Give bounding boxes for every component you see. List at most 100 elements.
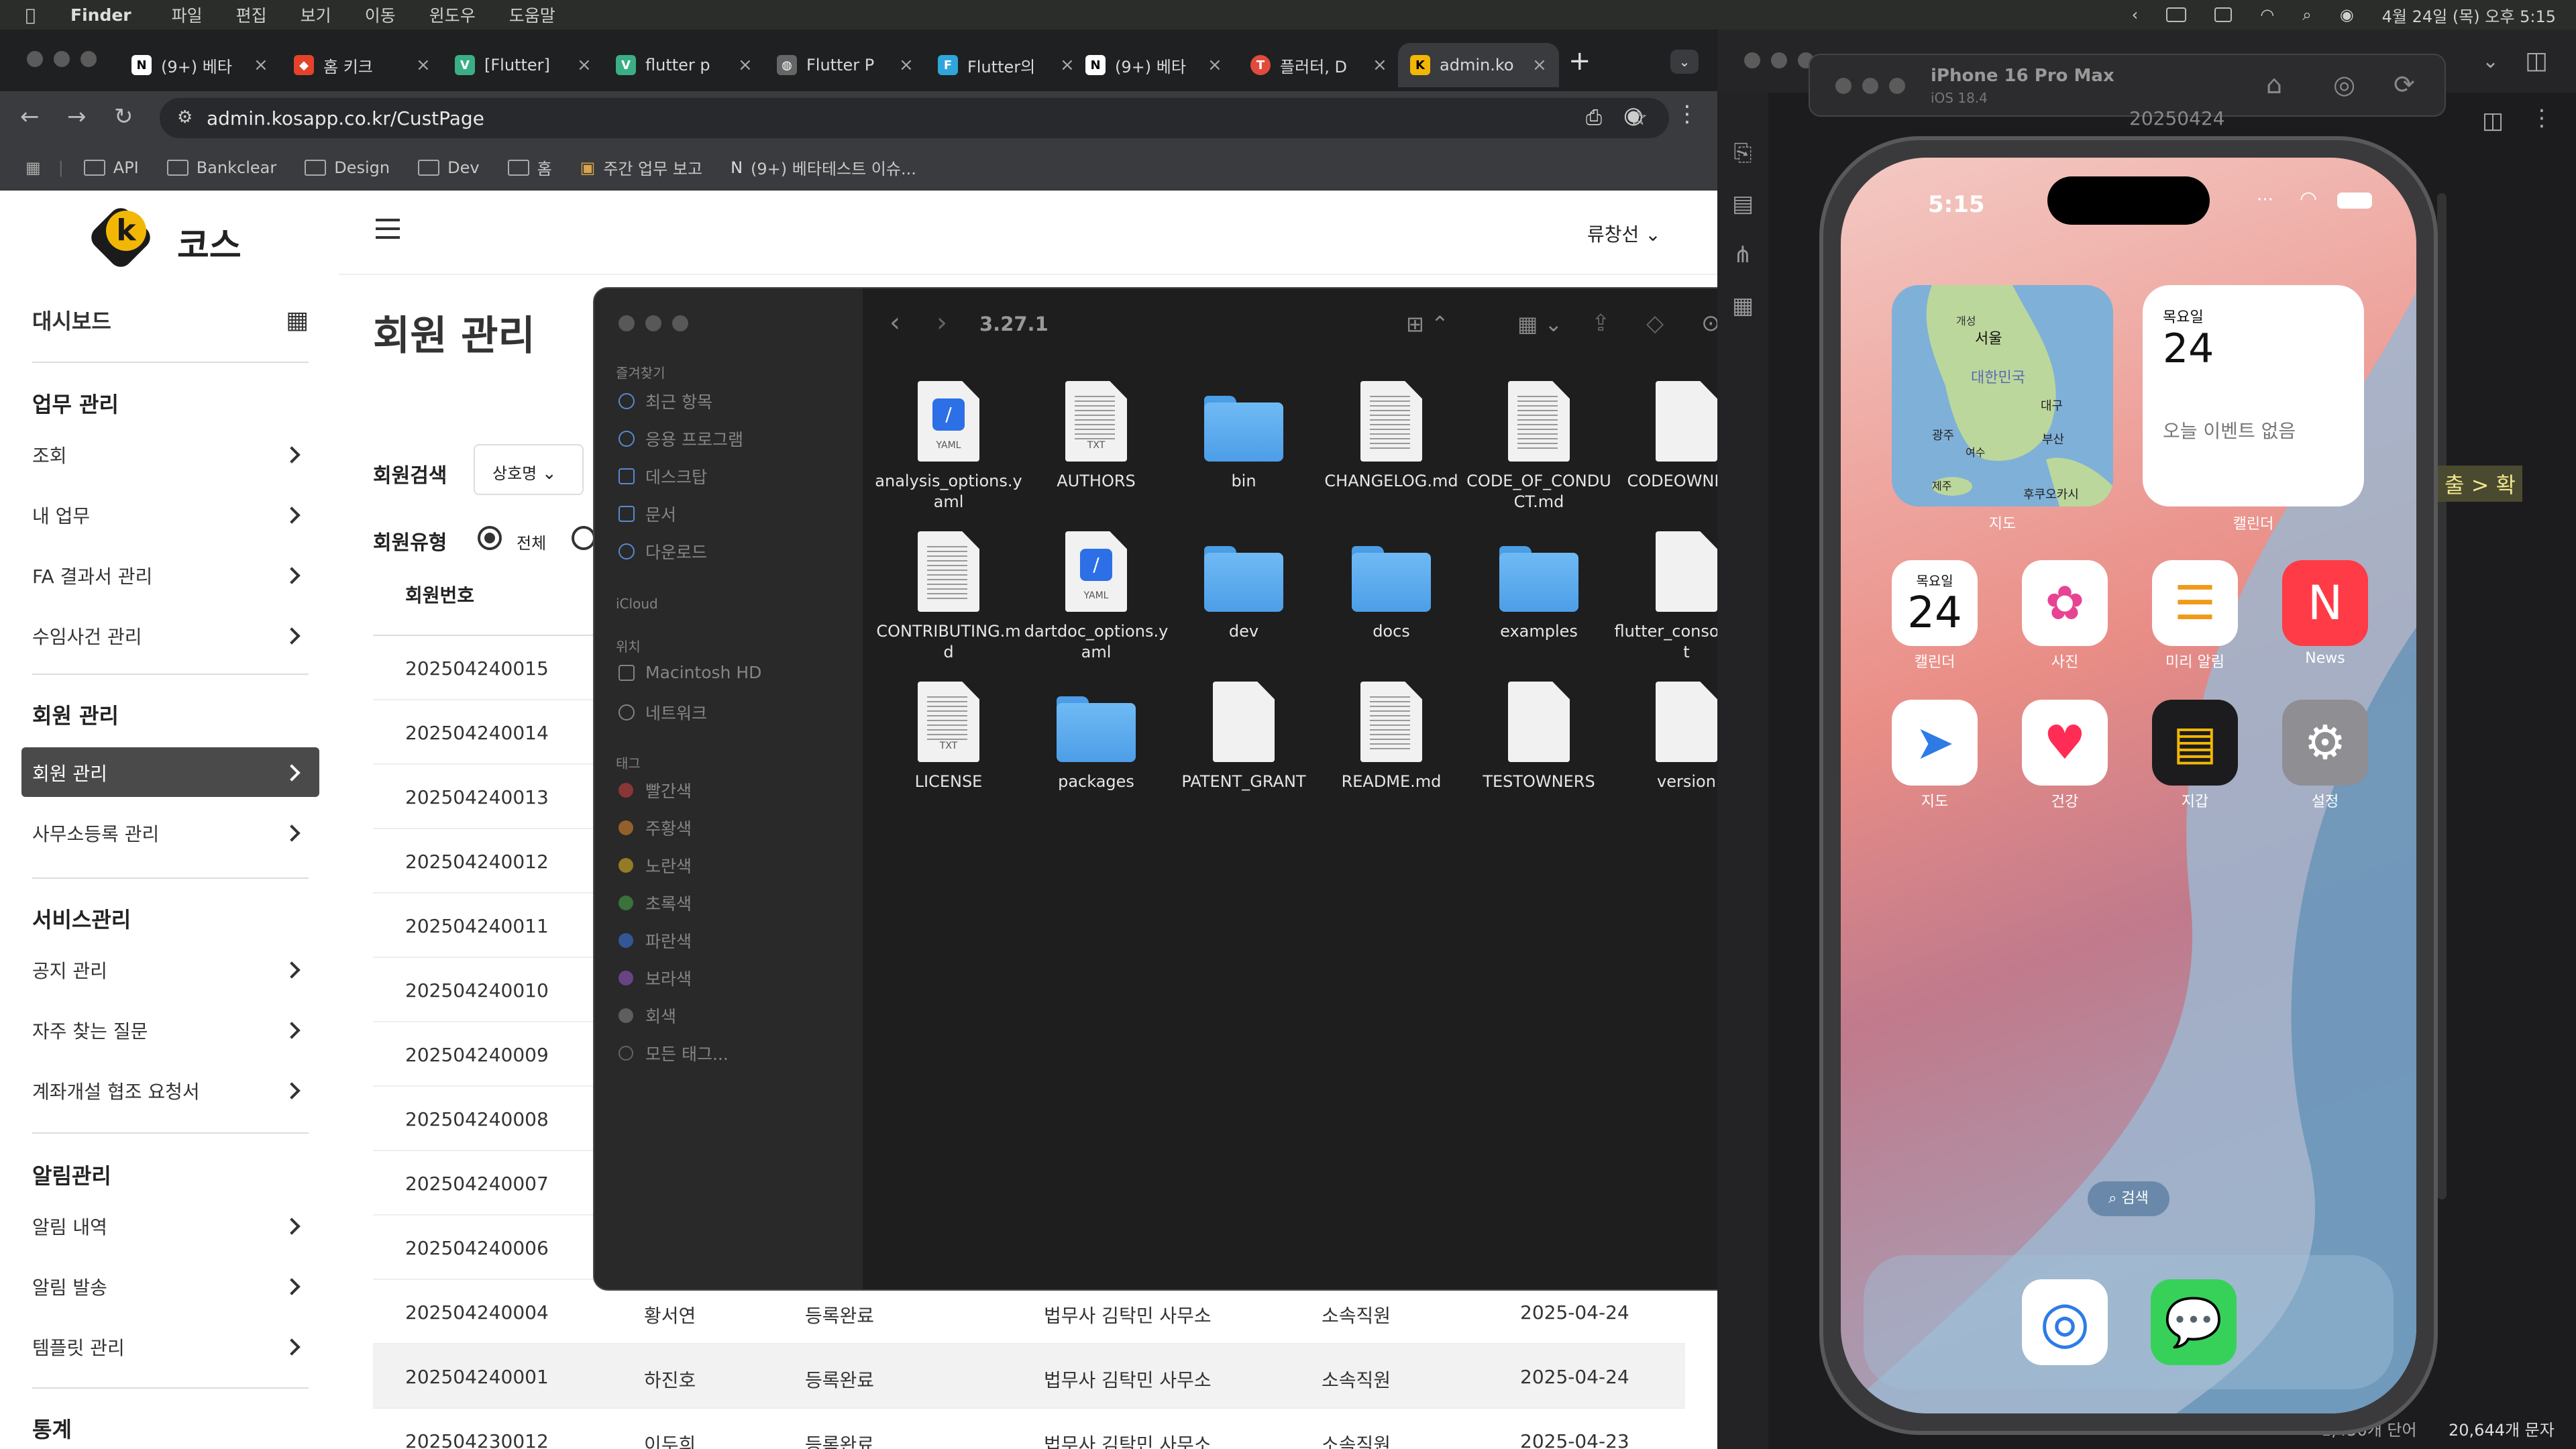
sidebar-item-templates[interactable]: 템플릿 관리 (32, 1334, 309, 1360)
bookmark-folder-home[interactable]: 홈 (507, 156, 552, 179)
screenshot-icon[interactable]: ◎ (2333, 70, 2355, 99)
wifi-icon[interactable]: ◠ (2260, 5, 2274, 24)
search-icon[interactable]: ⌕ (2302, 5, 2311, 24)
user-menu[interactable]: 류창선 ⌄ (1587, 220, 1661, 247)
radio-all[interactable] (478, 526, 502, 550)
finder-file-item[interactable]: TXT LICENSE (875, 675, 1022, 792)
bookmark-folder-bankclear[interactable]: Bankclear (166, 158, 276, 177)
close-tab-icon[interactable]: × (738, 55, 753, 75)
minimize-window-button[interactable] (1771, 52, 1787, 68)
menu-go[interactable]: 이동 (365, 3, 396, 27)
apps-grid-icon[interactable]: ▦ (25, 158, 41, 177)
tag-icon[interactable]: ◇ (1646, 310, 1664, 337)
browser-tab-active[interactable]: Kadmin.ko × (1398, 43, 1559, 87)
sidebar-item-inquiry[interactable]: 조회 (32, 441, 309, 468)
sidebar-item-fa-results[interactable]: FA 결과서 관리 (32, 562, 309, 589)
forward-icon[interactable]: › (936, 307, 947, 338)
battery-icon[interactable] (2166, 7, 2187, 22)
zoom-window-button[interactable] (80, 51, 97, 67)
close-tab-icon[interactable]: × (1208, 55, 1222, 75)
forward-icon[interactable]: → (67, 103, 87, 130)
zoom-window-button[interactable] (1889, 78, 1905, 94)
browser-tab[interactable]: T 플러터, D × (1238, 43, 1399, 87)
menu-file[interactable]: 파일 (172, 3, 203, 27)
browser-tab[interactable]: F Flutter의 × (926, 43, 1087, 87)
table-row[interactable]: 202504230012 이두희 등록완료 법무사 김탁민 사무소 소속직원 2025-0… (373, 1409, 1685, 1449)
close-tab-icon[interactable]: × (577, 55, 592, 75)
app-icon-5[interactable]: ♥ 건강 (2022, 700, 2108, 811)
sidebar-item-documents[interactable]: 문서 (619, 502, 676, 526)
browser-tab[interactable]: N (9+) 베타 × (1073, 43, 1234, 87)
site-info-icon[interactable]: ⚙ (177, 107, 193, 127)
close-tab-icon[interactable]: × (1532, 55, 1547, 75)
profile-icon[interactable]: ◉ (1623, 102, 1644, 129)
graph-icon[interactable]: ⋔ (1717, 241, 1768, 268)
close-tab-icon[interactable]: × (1060, 55, 1075, 75)
rotate-icon[interactable]: ⟳ (2394, 70, 2415, 99)
sidebar-item-office-registration[interactable]: 사무소등록 관리 (32, 820, 309, 847)
menu-window[interactable]: 윈도우 (429, 3, 476, 27)
close-window-button[interactable] (619, 315, 635, 331)
radio-option[interactable] (572, 526, 596, 550)
app-icon-3[interactable]: N News (2282, 560, 2368, 667)
bookmark-folder-design[interactable]: Design (305, 158, 390, 177)
app-icon-7[interactable]: ⚙ 설정 (2282, 700, 2368, 811)
browser-tab[interactable]: V [Flutter] × (443, 43, 604, 87)
browser-tab[interactable]: ◍ Flutter P × (765, 43, 926, 87)
icon-view-icon[interactable]: ⊞ ⌃ (1406, 311, 1449, 337)
menu-help[interactable]: 도움말 (509, 3, 555, 27)
finder-file-item[interactable]: bin (1170, 374, 1318, 492)
finder-file-item[interactable]: PATENT_GRANT (1170, 675, 1318, 792)
search-type-select[interactable]: 상호명 ⌄ (474, 444, 584, 495)
back-icon[interactable]: ‹ (890, 307, 900, 338)
close-tab-icon[interactable]: × (1373, 55, 1387, 75)
scrollbar[interactable] (2437, 193, 2447, 1199)
iphone-screen[interactable]: 5:15 ··· ◠ 개성 서울 대한민국 대구 광주 여수 부산 제주 후쿠오… (1841, 158, 2416, 1413)
app-icon-4[interactable]: ➤ 지도 (1892, 700, 1978, 811)
sidebar-tag-item[interactable]: 주황색 (619, 816, 692, 840)
app-icon-2[interactable]: ☰ 미리 알림 (2152, 560, 2238, 672)
finder-file-item[interactable]: README.md (1318, 675, 1465, 792)
sidebar-tag-item[interactable]: 모든 태그... (619, 1041, 729, 1065)
calendar-widget[interactable]: 목요일 24 오늘 이벤트 없음 (2143, 285, 2364, 506)
close-window-button[interactable] (1744, 52, 1760, 68)
back-icon[interactable]: ← (20, 103, 40, 130)
app-icon-0[interactable]: 목요일 24 캘린더 (1892, 560, 1978, 672)
bookmark-folder-api[interactable]: API (83, 158, 139, 177)
finder-file-item[interactable]: TESTOWNERS (1465, 675, 1613, 792)
sidebar-toggle-icon[interactable]: ◫ (2525, 47, 2548, 74)
sidebar-item-network[interactable]: 네트워크 (619, 700, 707, 724)
menubar-app-name[interactable]: Finder (70, 5, 131, 25)
sidebar-item-downloads[interactable]: 다운로드 (619, 539, 707, 564)
close-tab-icon[interactable]: × (416, 55, 431, 75)
sidebar-item-notices[interactable]: 공지 관리 (32, 957, 309, 983)
menu-edit[interactable]: 편집 (236, 3, 267, 27)
sidebar-item-desktop[interactable]: 데스크탑 (619, 464, 707, 488)
files-icon[interactable]: ⎘ (1717, 140, 1768, 166)
sidebar-tag-item[interactable]: 파란색 (619, 928, 692, 953)
browser-tab[interactable]: N (9+) 베타 × (119, 43, 280, 87)
sidebar-tag-item[interactable]: 회색 (619, 1004, 676, 1028)
menubar-datetime[interactable]: 4월 24일 (목) 오후 5:15 (2382, 3, 2556, 27)
home-icon[interactable]: ⌂ (2266, 70, 2282, 99)
finder-file-item[interactable]: docs (1318, 525, 1465, 642)
browser-tab[interactable]: ◆ 홈 키크 × (282, 43, 443, 87)
more-menu-icon[interactable]: ⋮ (1676, 101, 1699, 127)
finder-file-item[interactable]: examples (1465, 525, 1613, 642)
map-widget[interactable]: 개성 서울 대한민국 대구 광주 여수 부산 제주 후쿠오카시 (1892, 285, 2113, 506)
finder-file-item[interactable]: TXT AUTHORS (1022, 374, 1170, 492)
spotlight-search-pill[interactable]: ⌕ 검색 (2088, 1181, 2169, 1216)
finder-file-item[interactable]: dev (1170, 525, 1318, 642)
minimize-window-button[interactable] (54, 51, 70, 67)
sidebar-tag-item[interactable]: 노란색 (619, 853, 692, 877)
messages-app-icon[interactable]: 💬 (2151, 1279, 2237, 1365)
sidebar-item-members[interactable]: 회원 관리 (32, 759, 309, 786)
group-icon[interactable]: ▦ ⌄ (1517, 311, 1562, 337)
sidebar-item-account-request[interactable]: 계좌개설 협조 요청서 (32, 1077, 309, 1104)
table-row[interactable]: 202504240001 하진호 등록완료 법무사 김탁민 사무소 소속직원 2025-0… (373, 1344, 1685, 1409)
app-icon-6[interactable]: ▤ 지갑 (2152, 700, 2238, 811)
chevron-left-icon[interactable]: ‹ (2132, 5, 2139, 24)
close-tab-icon[interactable]: × (899, 55, 914, 75)
more-menu-icon[interactable]: ⋮ (2530, 105, 2553, 131)
close-tab-icon[interactable]: × (254, 55, 268, 75)
